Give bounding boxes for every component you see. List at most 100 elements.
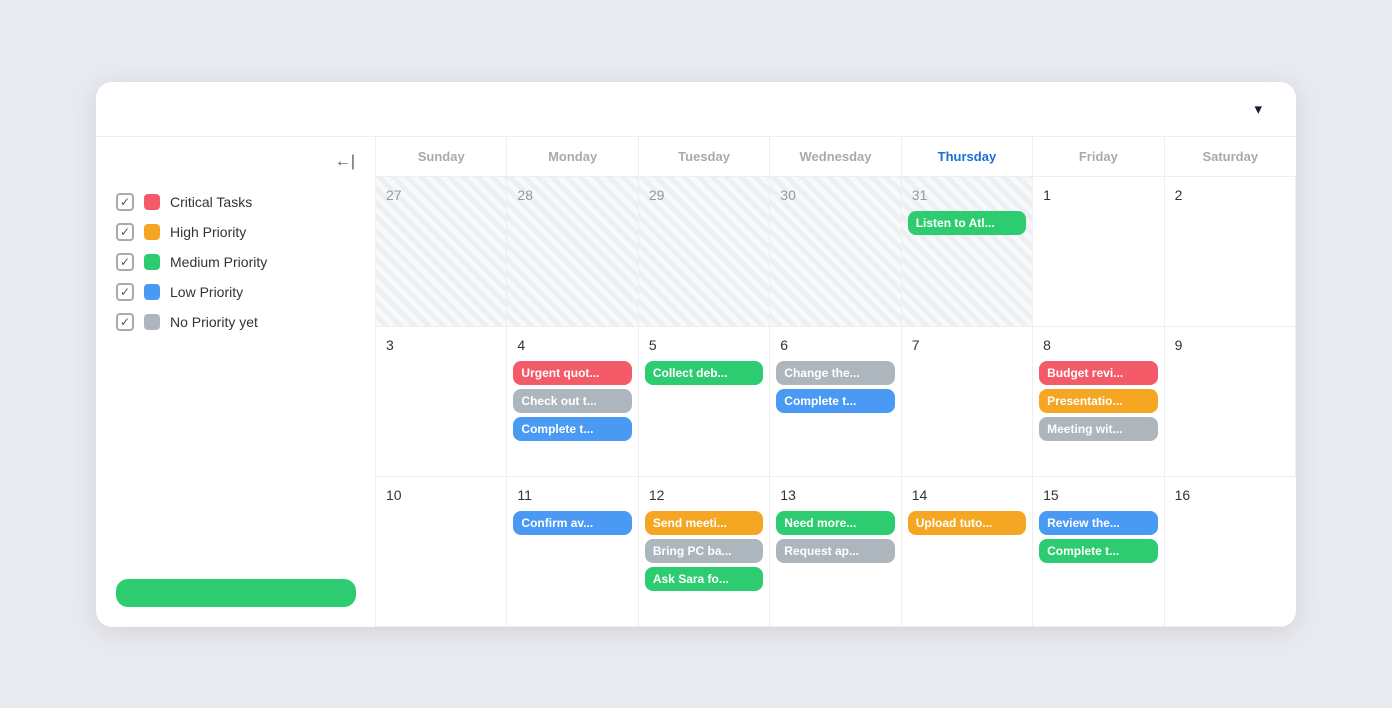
day-number: 29 — [645, 185, 669, 205]
day-cell-0-3[interactable]: 30 — [770, 177, 901, 327]
event-chip[interactable]: Listen to Atl... — [908, 211, 1026, 235]
day-cell-0-4[interactable]: 31 Listen to Atl... — [902, 177, 1033, 327]
sidebar-item-none[interactable]: No Priority yet — [116, 307, 355, 337]
day-number: 6 — [776, 335, 792, 355]
event-chip[interactable]: Need more... — [776, 511, 894, 535]
event-chip[interactable]: Upload tuto... — [908, 511, 1026, 535]
day-number: 2 — [1171, 185, 1187, 205]
label-critical: Critical Tasks — [170, 194, 252, 210]
day-number: 30 — [776, 185, 800, 205]
event-chip[interactable]: Presentatio... — [1039, 389, 1157, 413]
day-number: 4 — [513, 335, 529, 355]
day-number: 5 — [645, 335, 661, 355]
label-low: Low Priority — [170, 284, 243, 300]
event-chip[interactable]: Bring PC ba... — [645, 539, 763, 563]
checkbox-critical[interactable] — [116, 193, 134, 211]
day-cell-1-2[interactable]: 5 Collect deb... — [639, 327, 770, 477]
day-number: 1 — [1039, 185, 1055, 205]
event-chip[interactable]: Complete t... — [513, 417, 631, 441]
day-number: 11 — [513, 485, 536, 505]
day-header-saturday: Saturday — [1165, 137, 1296, 176]
day-cell-2-2[interactable]: 12 Send meeti... Bring PC ba... Ask Sara fo… — [639, 477, 770, 627]
color-high — [144, 224, 160, 240]
color-medium — [144, 254, 160, 270]
next-month-button[interactable] — [176, 105, 192, 113]
event-chip[interactable]: Request ap... — [776, 539, 894, 563]
event-chip[interactable]: Confirm av... — [513, 511, 631, 535]
sidebar-item-medium[interactable]: Medium Priority — [116, 247, 355, 277]
day-number: 16 — [1171, 485, 1195, 505]
day-cell-0-2[interactable]: 29 — [639, 177, 770, 327]
calendar-header: ▾ — [96, 82, 1296, 137]
day-header-sunday: Sunday — [376, 137, 507, 176]
label-none: No Priority yet — [170, 314, 258, 330]
day-number: 3 — [382, 335, 398, 355]
day-header-monday: Monday — [507, 137, 638, 176]
sidebar-item-critical[interactable]: Critical Tasks — [116, 187, 355, 217]
day-cell-1-3[interactable]: 6 Change the... Complete t... — [770, 327, 901, 477]
event-chip[interactable]: Check out t... — [513, 389, 631, 413]
day-cell-0-5[interactable]: 1 — [1033, 177, 1164, 327]
calendar-items-list: Critical Tasks High Priority Medium Prio… — [116, 187, 355, 337]
event-chip[interactable]: Collect deb... — [645, 361, 763, 385]
checkbox-high[interactable] — [116, 223, 134, 241]
day-cell-2-3[interactable]: 13 Need more... Request ap... — [770, 477, 901, 627]
day-cell-2-6[interactable]: 16 — [1165, 477, 1296, 627]
checkbox-none[interactable] — [116, 313, 134, 331]
view-chevron-icon: ▾ — [1254, 100, 1262, 118]
day-cell-0-0[interactable]: 27 — [376, 177, 507, 327]
event-chip[interactable]: Urgent quot... — [513, 361, 631, 385]
day-cell-1-1[interactable]: 4 Urgent quot... Check out t... Complete t.… — [507, 327, 638, 477]
day-number: 12 — [645, 485, 669, 505]
sidebar-item-high[interactable]: High Priority — [116, 217, 355, 247]
prev-month-button[interactable] — [140, 105, 156, 113]
day-number: 10 — [382, 485, 406, 505]
day-headers-row: SundayMondayTuesdayWednesdayThursdayFrid… — [376, 137, 1296, 177]
day-cell-0-6[interactable]: 2 — [1165, 177, 1296, 327]
calendar-grid: 2728293031Listen to Atl...1234Urgent quo… — [376, 177, 1296, 627]
day-cell-1-0[interactable]: 3 — [376, 327, 507, 477]
day-cell-2-1[interactable]: 11 Confirm av... — [507, 477, 638, 627]
day-cell-1-4[interactable]: 7 — [902, 327, 1033, 477]
calendar-grid-area: SundayMondayTuesdayWednesdayThursdayFrid… — [376, 137, 1296, 627]
day-cell-1-5[interactable]: 8 Budget revi... Presentatio... Meeting wit… — [1033, 327, 1164, 477]
event-chip[interactable]: Complete t... — [1039, 539, 1157, 563]
day-cell-2-0[interactable]: 10 — [376, 477, 507, 627]
event-chip[interactable]: Complete t... — [776, 389, 894, 413]
day-number: 13 — [776, 485, 800, 505]
checkbox-medium[interactable] — [116, 253, 134, 271]
day-header-wednesday: Wednesday — [770, 137, 901, 176]
event-chip[interactable]: Review the... — [1039, 511, 1157, 535]
day-number: 14 — [908, 485, 932, 505]
day-number: 15 — [1039, 485, 1063, 505]
day-number: 8 — [1039, 335, 1055, 355]
day-cell-2-4[interactable]: 14 Upload tuto... — [902, 477, 1033, 627]
day-number: 27 — [382, 185, 406, 205]
sidebar-item-low[interactable]: Low Priority — [116, 277, 355, 307]
header-right: ▾ — [1248, 100, 1272, 118]
event-chip[interactable]: Meeting wit... — [1039, 417, 1157, 441]
color-low — [144, 284, 160, 300]
day-header-tuesday: Tuesday — [639, 137, 770, 176]
collapse-sidebar-button[interactable]: ←| — [335, 153, 355, 171]
day-header-thursday: Thursday — [902, 137, 1033, 176]
view-selector-button[interactable]: ▾ — [1248, 100, 1262, 118]
inapp-badge — [116, 579, 356, 607]
event-chip[interactable]: Change the... — [776, 361, 894, 385]
checkbox-low[interactable] — [116, 283, 134, 301]
day-cell-1-6[interactable]: 9 — [1165, 327, 1296, 477]
day-header-friday: Friday — [1033, 137, 1164, 176]
color-critical — [144, 194, 160, 210]
header-left — [120, 105, 1236, 113]
day-number: 9 — [1171, 335, 1187, 355]
event-chip[interactable]: Budget revi... — [1039, 361, 1157, 385]
day-cell-0-1[interactable]: 28 — [507, 177, 638, 327]
day-number: 31 — [908, 185, 932, 205]
sidebar: ←| Critical Tasks High Priority Medium P… — [96, 137, 376, 627]
label-medium: Medium Priority — [170, 254, 267, 270]
day-cell-2-5[interactable]: 15 Review the... Complete t... — [1033, 477, 1164, 627]
main-area: ←| Critical Tasks High Priority Medium P… — [96, 137, 1296, 627]
event-chip[interactable]: Ask Sara fo... — [645, 567, 763, 591]
day-number: 7 — [908, 335, 924, 355]
event-chip[interactable]: Send meeti... — [645, 511, 763, 535]
